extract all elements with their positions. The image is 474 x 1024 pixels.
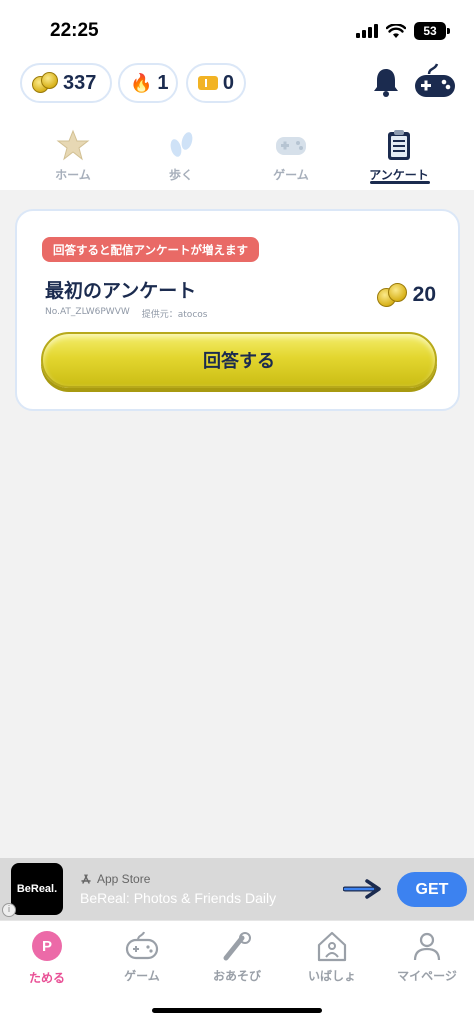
coin-count: 337 [63, 71, 97, 94]
nav-item-mypage[interactable]: マイページ [380, 929, 474, 984]
tab-survey[interactable]: アンケート [354, 128, 444, 188]
nav-label: いばしょ [307, 969, 356, 983]
house-icon [317, 931, 347, 962]
app-store-label: App Store [80, 872, 150, 886]
fire-count: 1 [157, 71, 169, 94]
tab-label: 歩く [168, 168, 193, 182]
footprints-icon [170, 132, 193, 157]
coin-icon [376, 283, 407, 307]
app-store-icon [81, 874, 91, 884]
survey-reward: 20 [376, 283, 436, 307]
nav-label: ゲーム [124, 969, 160, 983]
fire-icon: 🔥 [130, 73, 153, 93]
nav-label: ためる [28, 971, 65, 985]
survey-card: 回答すると配信アンケートが増えます 最初のアンケート No.AT_ZLW6PWV… [15, 209, 460, 411]
ticket-count: 0 [222, 71, 234, 94]
active-tab-indicator [370, 181, 430, 184]
coin-balance[interactable]: 337 [20, 63, 112, 103]
tab-home[interactable]: ホーム [28, 128, 118, 188]
survey-notice-badge: 回答すると配信アンケートが増えます [42, 237, 260, 262]
gamepad-icon[interactable] [413, 62, 457, 100]
baseball-icon [223, 932, 251, 961]
tab-label: ホーム [55, 168, 91, 182]
survey-meta: No.AT_ZLW6PWVW 提供元：atocos [45, 307, 207, 320]
nav-item-game[interactable]: ゲーム [95, 929, 189, 984]
gamepad-icon [276, 137, 306, 155]
p-coin-icon: P [0, 931, 94, 965]
home-indicator [152, 1008, 322, 1013]
bereal-logo: BeReal. [11, 863, 63, 915]
tab-walk[interactable]: 歩く [136, 128, 226, 188]
fire-balance[interactable]: 🔥 1 [118, 63, 178, 103]
reward-value: 20 [412, 283, 436, 306]
nav-item-play[interactable]: おあそび [190, 929, 284, 984]
bell-icon[interactable] [372, 66, 400, 98]
status-icons: 53 [356, 22, 450, 40]
answer-button[interactable]: 回答する [41, 332, 437, 388]
ad-app-name: BeReal: Photos & Friends Daily [80, 890, 277, 906]
battery-icon: 53 [414, 22, 450, 40]
survey-title: 最初のアンケート [45, 280, 197, 302]
cellular-signal-icon [356, 24, 378, 38]
ticket-balance[interactable]: 0 [186, 63, 246, 103]
wifi-icon [386, 23, 406, 38]
clipboard-icon [388, 130, 410, 160]
star-icon [56, 129, 90, 161]
ad-info-icon[interactable]: i [2, 903, 16, 917]
coin-icon [32, 72, 58, 94]
gamepad-icon [125, 931, 159, 960]
survey-id: No.AT_ZLW6PWVW [45, 307, 130, 317]
status-time: 22:25 [50, 20, 99, 41]
get-button[interactable]: GET [397, 872, 467, 907]
tab-label: ゲーム [273, 168, 309, 182]
nav-label: おあそび [212, 969, 261, 983]
ticket-icon [198, 76, 218, 90]
nav-item-save[interactable]: P ためる [0, 929, 94, 986]
app-store-text: App Store [97, 872, 151, 886]
survey-provider: 提供元：atocos [141, 310, 208, 320]
person-icon [413, 932, 441, 961]
nav-item-place[interactable]: いばしょ [285, 929, 379, 984]
tab-game[interactable]: ゲーム [246, 128, 336, 188]
arrow-right-icon [343, 879, 381, 899]
nav-label: マイページ [397, 969, 457, 983]
